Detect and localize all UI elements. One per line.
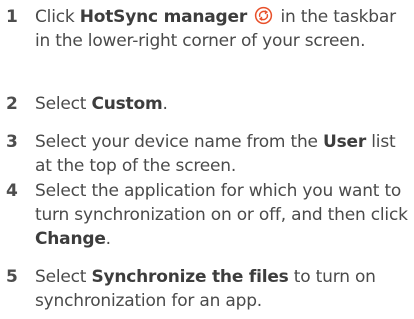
step-emphasis: Change: [35, 229, 106, 249]
step-text: Select: [35, 94, 92, 114]
step-text: Select your device name from the: [35, 132, 324, 152]
step-number: 3: [6, 132, 18, 152]
step-1: 1 Click HotSync manager in the taskbar i…: [0, 5, 414, 53]
step-text: .: [105, 229, 111, 249]
step-number: 1: [6, 7, 18, 27]
step-2: 2 Select Custom.: [0, 92, 414, 116]
step-emphasis: Custom: [91, 94, 163, 114]
step-text: Select: [35, 267, 92, 287]
step-emphasis: Synchronize the files: [91, 267, 289, 287]
step-text: .: [162, 94, 168, 114]
step-text: Click: [35, 7, 80, 27]
step-number: 2: [6, 94, 18, 114]
step-emphasis: HotSync manager: [79, 7, 248, 27]
hotsync-icon: [255, 6, 273, 25]
step-4: 4 Select the application for which you w…: [0, 179, 414, 251]
step-3: 3 Select your device name from the User …: [0, 130, 414, 178]
step-text: Select the application for which you wan…: [35, 181, 408, 225]
step-emphasis: User: [323, 132, 367, 152]
step-number: 4: [6, 181, 18, 201]
step-number: 5: [6, 267, 18, 287]
step-5: 5 Select Synchronize the files to turn o…: [0, 265, 414, 313]
